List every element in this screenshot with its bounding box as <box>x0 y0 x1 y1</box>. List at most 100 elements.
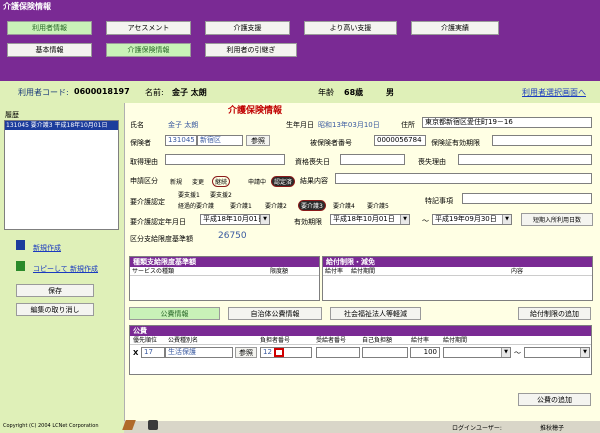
public-ref-button[interactable]: 参照 <box>235 347 257 358</box>
subtab-handover[interactable]: 利用者の引継ぎ <box>205 43 297 57</box>
copy-create-link[interactable]: コピーして 新規作成 <box>33 264 98 274</box>
new-create-link[interactable]: 新規作成 <box>33 243 61 253</box>
cursor-highlight <box>273 348 284 357</box>
result-label: 結果内容 <box>300 177 328 185</box>
add-restrict-button[interactable]: 給付制限の追加 <box>518 307 591 320</box>
care-opt-2[interactable]: 要介護2 <box>265 201 287 210</box>
cancel-edit-button[interactable]: 編集の取り消し <box>16 303 94 316</box>
period-to-select[interactable]: ▼ <box>524 347 590 358</box>
public-info-button[interactable]: 公費情報 <box>129 307 220 320</box>
result-field[interactable] <box>335 173 592 184</box>
local-public-button[interactable]: 自治体公費情報 <box>228 307 322 320</box>
public-panel-title: 公費 <box>130 326 591 336</box>
save-button[interactable]: 保存 <box>16 284 94 297</box>
insurer-ref-button[interactable]: 参照 <box>246 135 270 146</box>
status-value[interactable]: 認定済 <box>271 176 296 187</box>
special-label: 特記事項 <box>425 197 453 205</box>
cert-date-select[interactable]: 平成18年10月01日 ▼ <box>200 214 270 225</box>
user-code-label: 利用者コード: <box>18 88 69 97</box>
restrict-col-content: 内容 <box>511 268 524 275</box>
age-label: 年齢 <box>318 88 334 97</box>
care-opt-support2[interactable]: 要支援2 <box>210 190 232 199</box>
age-value: 68歳 <box>344 88 364 97</box>
recipient-field[interactable] <box>316 347 360 358</box>
birth-value: 昭和13年03月10日 <box>318 121 380 129</box>
chevron-down-icon: ▼ <box>580 348 589 357</box>
public-panel: 公費 優先順位 公費種別名 負担者番号 受給者番号 自己負担額 給付率 給付期間… <box>129 325 592 375</box>
care-opt-4[interactable]: 要介護4 <box>333 201 355 210</box>
login-label: ログインユーザー: <box>452 425 502 432</box>
insurer-code-field[interactable]: 131045 <box>165 135 197 146</box>
user-code-value: 0600018197 <box>74 87 130 96</box>
tab-care-support[interactable]: 介護支援 <box>205 21 290 35</box>
valid-from-select[interactable]: 平成18年10月01日 ▼ <box>330 214 410 225</box>
chevron-down-icon: ▼ <box>501 348 510 357</box>
public-col-payer: 負担者番号 <box>260 337 291 344</box>
insurer-label: 保険者 <box>130 139 151 147</box>
public-col-period: 給付期間 <box>443 337 468 344</box>
payer-field[interactable]: 12 <box>260 347 312 358</box>
window-title: 介護保険情報 <box>0 0 600 14</box>
public-col-copay: 自己負担額 <box>362 337 393 344</box>
chevron-down-icon: ▼ <box>400 215 409 224</box>
copyright: Copyright (C) 2004 LCNet Corporation <box>3 423 99 429</box>
subtab-insurance-info[interactable]: 介護保険情報 <box>106 43 191 57</box>
limit-value: 26750 <box>218 231 247 241</box>
subtab-basic-info[interactable]: 基本情報 <box>7 43 92 57</box>
delete-row-icon[interactable]: X <box>133 349 138 357</box>
apply-opt-continue[interactable]: 継続 <box>212 176 231 187</box>
history-label: 履歴 <box>5 111 19 119</box>
name-value: 金子 太朗 <box>168 121 199 129</box>
apply-opt-change[interactable]: 変更 <box>192 177 204 186</box>
limit-label: 区分支給限度基準額 <box>130 235 193 243</box>
login-user: 推秋穂子 <box>540 425 565 432</box>
history-item[interactable]: 131045 要介護3 平成18年10月01日 <box>5 121 118 130</box>
status-label: 申請中 <box>248 179 267 186</box>
user-name-label: 名前: <box>145 88 164 97</box>
care-opt-5[interactable]: 要介護5 <box>367 201 389 210</box>
insured-no-label: 被保険者番号 <box>310 139 352 147</box>
acquire-reason-field[interactable] <box>165 154 285 165</box>
service-limit-panel: 種類支給限度基準額 サービスの種類 限度額 <box>129 256 320 301</box>
status-bar <box>124 421 600 433</box>
service-panel-title: 種類支給限度基準額 <box>130 257 319 267</box>
tab-assessment[interactable]: アセスメント <box>106 21 191 35</box>
select-user-link[interactable]: 利用者選択画面へ <box>522 87 586 98</box>
cert-expiry-label: 保険証有効期限 <box>431 139 480 147</box>
welfare-reduction-button[interactable]: 社会福祉法人等軽減 <box>330 307 421 320</box>
insured-no-field[interactable]: 0000056784 <box>374 135 426 146</box>
loss-reason-field[interactable] <box>458 154 592 165</box>
care-opt-1[interactable]: 要介護1 <box>230 201 252 210</box>
public-col-priority: 優先順位 <box>133 337 158 344</box>
valid-to-select[interactable]: 平成19年09月30日 ▼ <box>432 214 512 225</box>
restrict-panel-title: 給付制限・減免 <box>323 257 592 267</box>
cert-expiry-field[interactable] <box>492 135 592 146</box>
care-label: 要介護認定 <box>130 198 165 206</box>
priority-field[interactable]: 17 <box>141 347 165 358</box>
apply-label: 申請区分 <box>130 177 158 185</box>
tab-care-record[interactable]: 介護実績 <box>411 21 499 35</box>
copay-field[interactable] <box>362 347 408 358</box>
care-opt-3[interactable]: 要介護3 <box>298 200 326 211</box>
special-field[interactable] <box>462 193 592 204</box>
valid-tilde: ～ <box>422 217 429 225</box>
loss-reason-label: 喪失理由 <box>418 158 446 166</box>
valid-label: 有効期限 <box>294 218 322 226</box>
loss-date-field[interactable] <box>340 154 405 165</box>
apply-opt-new[interactable]: 新規 <box>170 177 182 186</box>
acquire-reason-label: 取得理由 <box>130 158 158 166</box>
address-field[interactable]: 東京都新宿区愛住町19－16 <box>422 117 592 128</box>
care-opt-support1[interactable]: 要支援1 <box>178 190 200 199</box>
tab-higher-support[interactable]: より高い支援 <box>304 21 397 35</box>
period-from-select[interactable]: ▼ <box>443 347 511 358</box>
history-list[interactable]: 131045 要介護3 平成18年10月01日 <box>4 120 119 230</box>
tab-user-info[interactable]: 利用者情報 <box>7 21 92 35</box>
insurer-name-field[interactable]: 新宿区 <box>197 135 243 146</box>
public-type-field[interactable]: 生活保護 <box>165 347 233 358</box>
rate-field[interactable]: 100 <box>410 347 440 358</box>
add-public-button[interactable]: 公費の追加 <box>518 393 591 406</box>
public-col-type: 公費種別名 <box>168 337 199 344</box>
short-stay-button[interactable]: 短期入所利用日数 <box>521 213 593 226</box>
care-opt-transitional[interactable]: 経過的要介護 <box>178 201 214 210</box>
name-label: 氏名 <box>130 121 144 129</box>
